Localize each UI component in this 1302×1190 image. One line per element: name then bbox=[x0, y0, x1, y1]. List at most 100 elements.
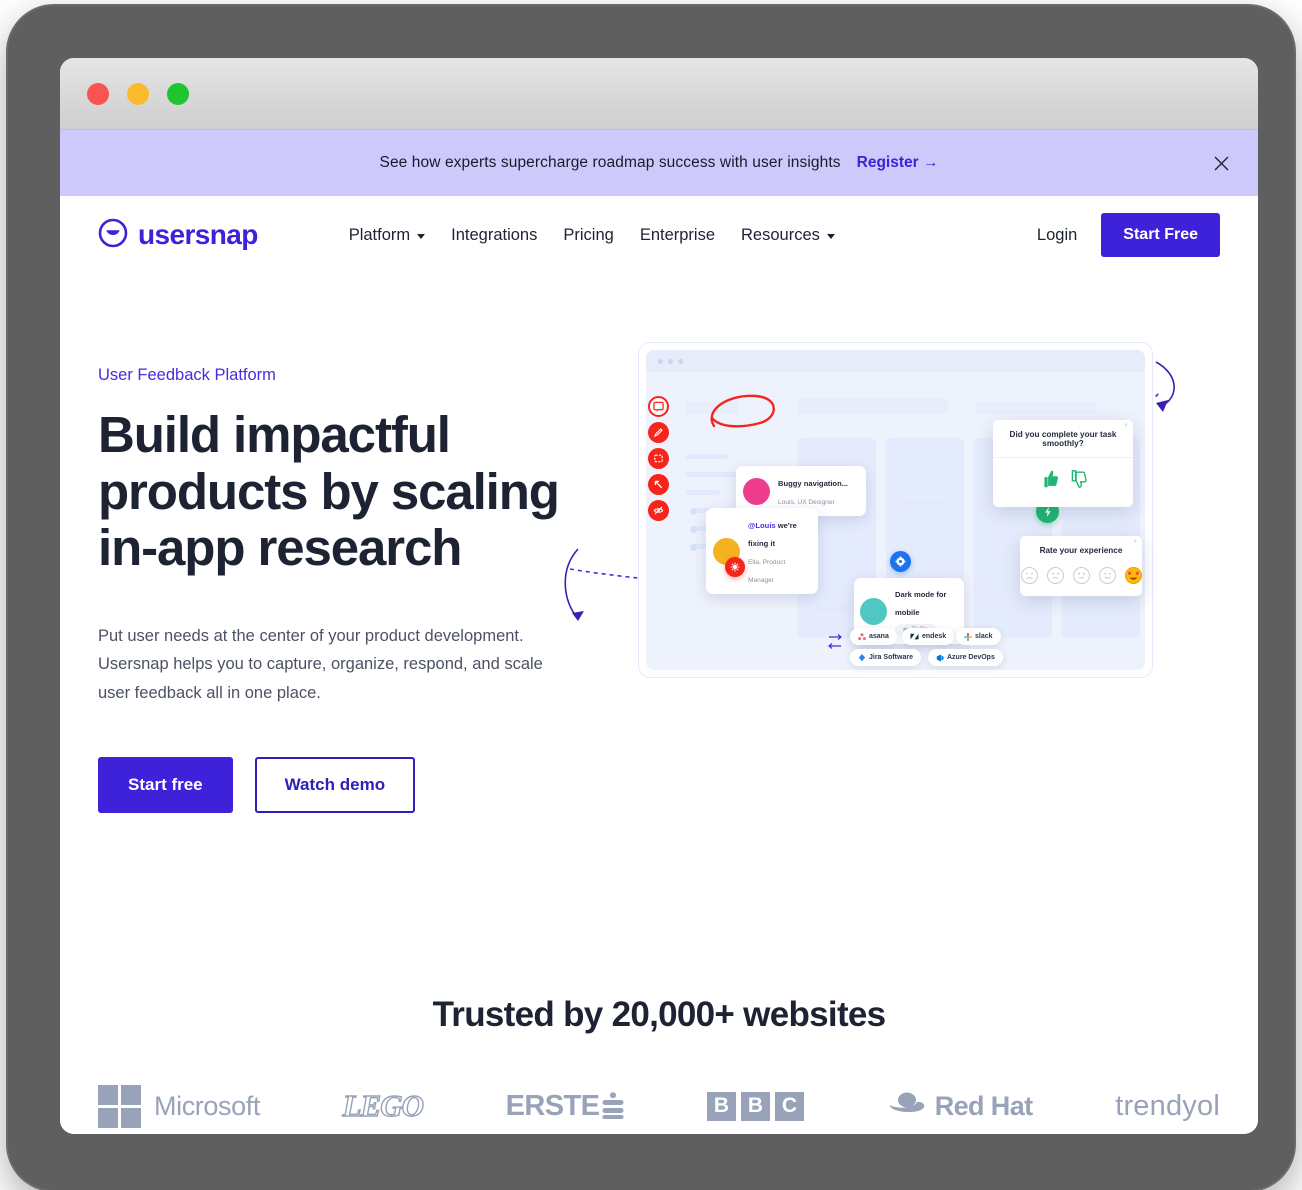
header-actions: Login Start Free bbox=[1037, 213, 1220, 257]
integration-chip-jira[interactable]: Jira Software bbox=[850, 649, 921, 666]
microsoft-wordmark: Microsoft bbox=[154, 1090, 260, 1121]
nav-label-integrations: Integrations bbox=[451, 225, 538, 244]
nav-label-platform: Platform bbox=[348, 225, 411, 244]
trusted-title: Trusted by 20,000+ websites bbox=[432, 994, 887, 1034]
integration-chip-asana[interactable]: asana bbox=[850, 628, 897, 645]
maximize-window-button[interactable] bbox=[167, 82, 189, 105]
comment-card-text: Buggy navigation... Louis, UX Designer bbox=[778, 473, 848, 509]
survey-rating-card[interactable]: × Rate your experience bbox=[1020, 536, 1142, 596]
avatar bbox=[860, 597, 887, 625]
announcement-text: See how experts supercharge roadmap succ… bbox=[379, 154, 841, 171]
arrow-right-icon: → bbox=[922, 154, 939, 171]
trusted-section: Trusted by 20,000+ websites Microsoft LE… bbox=[60, 995, 1258, 1134]
nav-label-resources: Resources bbox=[741, 225, 820, 244]
close-icon[interactable] bbox=[1208, 150, 1234, 176]
chevron-down-icon bbox=[417, 233, 426, 239]
microsoft-icon bbox=[98, 1084, 141, 1128]
jira-icon bbox=[858, 653, 866, 661]
bbc-letter: B bbox=[707, 1091, 737, 1121]
comment-card[interactable]: @Louis we're fixing it Ella, Product Man… bbox=[706, 508, 818, 594]
logo-trendyol: trendyol bbox=[1115, 1090, 1220, 1123]
mockup-dot bbox=[658, 359, 663, 364]
close-window-button[interactable] bbox=[87, 82, 109, 105]
red-hat-icon bbox=[887, 1089, 927, 1124]
nav-item-resources[interactable]: Resources bbox=[741, 226, 835, 245]
survey-options bbox=[993, 458, 1133, 507]
login-link[interactable]: Login bbox=[1037, 226, 1077, 245]
integration-label: slack bbox=[975, 633, 993, 640]
nav-item-enterprise[interactable]: Enterprise bbox=[640, 226, 715, 245]
task-title: Dark mode for mobile bbox=[895, 590, 947, 617]
nav-label-enterprise: Enterprise bbox=[639, 225, 716, 244]
thumbs-up-icon[interactable] bbox=[1038, 468, 1060, 495]
integration-chip-zendesk[interactable]: endesk bbox=[902, 628, 955, 645]
bug-icon[interactable] bbox=[725, 557, 745, 577]
hero-illustration: Buggy navigation... Louis, UX Designer @… bbox=[564, 334, 1220, 694]
thumbs-down-icon[interactable] bbox=[1066, 468, 1088, 495]
logo-bbc: B B C bbox=[707, 1091, 805, 1121]
face-sad-icon[interactable] bbox=[1046, 567, 1064, 584]
rectangle-icon[interactable] bbox=[648, 448, 669, 469]
announcement-register-link[interactable]: Register → bbox=[857, 154, 939, 172]
comment-meta: Louis, UX Designer bbox=[778, 499, 835, 506]
comment-title: @Louis we're fixing it bbox=[748, 521, 797, 548]
nav-label-pricing: Pricing bbox=[563, 225, 614, 244]
mockup-topbar bbox=[646, 350, 1145, 372]
erste-wordmark: ERSTE bbox=[505, 1089, 600, 1122]
announcement-register-label: Register bbox=[856, 154, 919, 171]
integration-label: Azure DevOps bbox=[947, 654, 995, 661]
zendesk-icon bbox=[910, 633, 919, 639]
page-viewport: See how experts supercharge roadmap succ… bbox=[60, 130, 1258, 1134]
watch-demo-button[interactable]: Watch demo bbox=[254, 756, 416, 813]
comment-meta: Ella, Product Manager bbox=[748, 559, 786, 584]
start-free-button[interactable]: Start free bbox=[98, 756, 233, 813]
client-logos: Microsoft LEGO ERSTE B B C Red Hat trend… bbox=[60, 1084, 1258, 1128]
slack-icon bbox=[964, 632, 972, 641]
comment-title: Buggy navigation... bbox=[778, 479, 849, 488]
avatar bbox=[743, 477, 770, 505]
close-icon[interactable]: × bbox=[1124, 423, 1128, 429]
device-frame: See how experts supercharge roadmap succ… bbox=[8, 6, 1294, 1190]
hero-cta-group: Start free Watch demo bbox=[98, 756, 618, 813]
hero-eyebrow: User Feedback Platform bbox=[98, 366, 276, 384]
face-very-sad-icon[interactable] bbox=[1020, 567, 1038, 584]
usersnap-wordmark: usersnap bbox=[138, 219, 258, 250]
face-happy-icon[interactable] bbox=[1098, 567, 1116, 584]
integration-chip-azure-devops[interactable]: Azure DevOps bbox=[928, 649, 1003, 666]
usersnap-logo[interactable]: usersnap bbox=[98, 218, 258, 253]
hide-icon[interactable] bbox=[648, 500, 669, 521]
annotation-scribble-icon bbox=[710, 394, 775, 428]
trendyol-wordmark: trendyol bbox=[1115, 1089, 1220, 1122]
integration-label: asana bbox=[869, 633, 889, 640]
hero-section: User Feedback Platform Build impactful p… bbox=[60, 274, 1258, 813]
gear-icon[interactable] bbox=[890, 551, 911, 572]
nav-item-pricing[interactable]: Pricing bbox=[563, 226, 613, 245]
minimize-window-button[interactable] bbox=[127, 82, 149, 105]
arrow-icon[interactable] bbox=[648, 474, 669, 495]
usersnap-mark-icon bbox=[98, 218, 128, 253]
integration-chip-slack[interactable]: slack bbox=[956, 628, 1001, 645]
face-neutral-icon[interactable] bbox=[1072, 567, 1090, 584]
integration-label: Jira Software bbox=[869, 654, 913, 661]
azure-devops-icon bbox=[936, 653, 944, 662]
red-hat-wordmark: Red Hat bbox=[934, 1090, 1033, 1121]
pencil-icon[interactable] bbox=[648, 422, 669, 443]
nav-item-platform[interactable]: Platform bbox=[348, 225, 426, 245]
rating-faces bbox=[1020, 558, 1142, 596]
announcement-bar: See how experts supercharge roadmap succ… bbox=[60, 130, 1258, 196]
site-header: usersnap Platform Integrations Pricing E… bbox=[60, 196, 1258, 274]
nav-item-integrations[interactable]: Integrations bbox=[451, 226, 537, 245]
close-icon[interactable]: × bbox=[1133, 539, 1137, 545]
logo-erste: ERSTE bbox=[506, 1090, 625, 1123]
lego-wordmark: LEGO bbox=[342, 1088, 425, 1124]
face-love-icon[interactable] bbox=[1124, 567, 1142, 584]
bbc-letter: C bbox=[775, 1091, 805, 1121]
page-title: Build impactful products by scaling in-a… bbox=[98, 406, 560, 577]
comment-icon[interactable] bbox=[648, 396, 669, 417]
start-free-header-button[interactable]: Start Free bbox=[1101, 213, 1220, 257]
survey-thumbs-card[interactable]: × Did you complete your task smoothly? bbox=[993, 420, 1133, 507]
hero-subtitle: Put user needs at the center of your pro… bbox=[98, 626, 543, 702]
logo-red-hat: Red Hat bbox=[887, 1089, 1033, 1124]
rating-question: Rate your experience bbox=[1039, 546, 1123, 555]
asana-icon bbox=[858, 632, 866, 640]
